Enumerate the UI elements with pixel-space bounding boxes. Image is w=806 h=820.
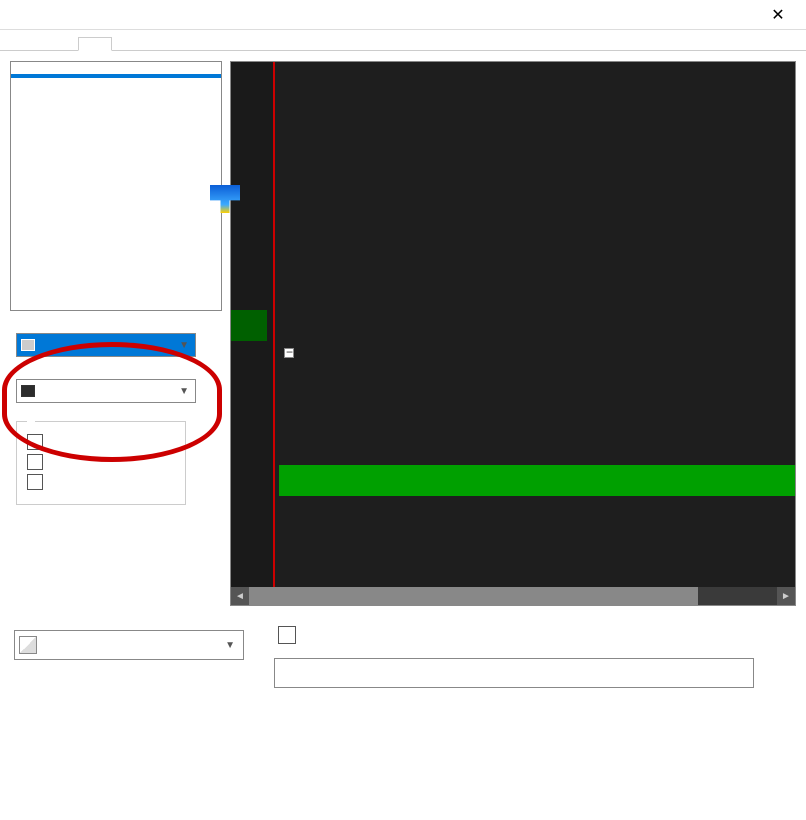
scroll-thumb[interactable]: [249, 587, 698, 605]
color-swatch-icon: [21, 339, 35, 351]
titlebar: ✕: [0, 0, 806, 30]
tab-bar: [0, 30, 806, 51]
tab-basic[interactable]: [10, 37, 44, 51]
chevron-down-icon: ▼: [217, 640, 243, 651]
styles-fieldset: [16, 421, 186, 505]
fold-marker-icon[interactable]: [284, 348, 294, 358]
checkbox-icon: [27, 434, 43, 450]
file-types-input[interactable]: [274, 658, 754, 688]
preset-icon: [19, 636, 37, 654]
tab-code[interactable]: [112, 37, 146, 51]
content-area: ▼ ▼: [0, 51, 806, 616]
code-area: [275, 62, 795, 587]
tab-completion[interactable]: [146, 37, 180, 51]
tab-display[interactable]: [44, 37, 78, 51]
gutter: [231, 62, 275, 587]
tab-autosave[interactable]: [180, 37, 214, 51]
underline-checkbox[interactable]: [27, 474, 175, 490]
bottom-panel: ▼: [0, 616, 806, 698]
checkbox-icon: [27, 454, 43, 470]
left-panel: ▼ ▼: [10, 61, 222, 606]
syntax-highlight-checkbox[interactable]: [278, 626, 792, 644]
syntax-element-list[interactable]: [10, 61, 222, 311]
background-color-combo[interactable]: ▼: [16, 379, 196, 403]
chevron-down-icon: ▼: [173, 340, 195, 351]
code-preview: ◄ ►: [230, 61, 796, 606]
foreground-color-combo[interactable]: ▼: [16, 333, 196, 357]
list-item[interactable]: [11, 98, 221, 102]
tab-syntax[interactable]: [78, 37, 112, 51]
scroll-left-icon[interactable]: ◄: [231, 587, 249, 605]
checkbox-icon: [278, 626, 296, 644]
checkbox-icon: [27, 474, 43, 490]
bold-checkbox[interactable]: [27, 434, 175, 450]
color-swatch-icon: [21, 385, 35, 397]
horizontal-scrollbar[interactable]: ◄ ►: [231, 587, 795, 605]
chevron-down-icon: ▼: [173, 386, 195, 397]
italic-checkbox[interactable]: [27, 454, 175, 470]
scroll-right-icon[interactable]: ►: [777, 587, 795, 605]
preset-combo[interactable]: ▼: [14, 630, 244, 660]
close-button[interactable]: ✕: [758, 1, 798, 29]
